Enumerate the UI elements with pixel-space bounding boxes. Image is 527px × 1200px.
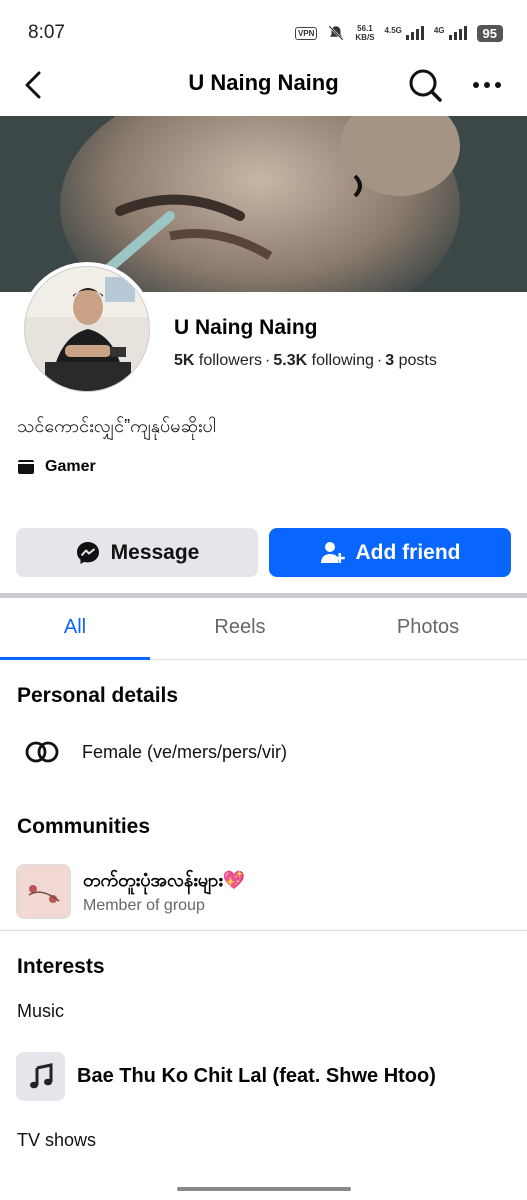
tab-all[interactable]: All bbox=[0, 616, 150, 639]
search-button[interactable] bbox=[406, 66, 444, 104]
followers-link[interactable]: 5K followers bbox=[174, 352, 262, 369]
more-icon bbox=[473, 82, 501, 88]
posts-count: 3 bbox=[385, 352, 395, 369]
interests-heading: Interests bbox=[17, 955, 105, 978]
signal-icon-2: 4G bbox=[434, 26, 467, 40]
personal-details-heading: Personal details bbox=[17, 684, 179, 707]
network-speed: 56.1 KB/S bbox=[355, 24, 374, 42]
tv-shows-subheading: TV shows bbox=[17, 1130, 97, 1150]
vpn-icon: VPN bbox=[294, 26, 318, 40]
posts-link[interactable]: 3 posts bbox=[385, 352, 437, 369]
following-count: 5.3K bbox=[273, 352, 308, 369]
more-options-button[interactable] bbox=[468, 66, 506, 104]
stats-separator: · bbox=[376, 352, 383, 369]
profile-picture[interactable] bbox=[20, 262, 154, 396]
music-item[interactable]: Bae Thu Ko Chit Lal (feat. Shwe Htoo) bbox=[16, 1052, 436, 1101]
music-thumbnail bbox=[16, 1052, 65, 1101]
signal-label: 4.5G bbox=[384, 26, 402, 35]
stats-separator: · bbox=[265, 352, 271, 369]
group-image bbox=[17, 865, 70, 918]
signal-icon: 4.5G bbox=[385, 26, 424, 40]
community-item[interactable]: တက်တူးပုံအလန်းများ💖 Member of group bbox=[16, 864, 245, 919]
followers-count: 5K bbox=[174, 352, 195, 369]
signal-label-2: 4G bbox=[433, 26, 445, 35]
message-button-label: Message bbox=[110, 540, 200, 564]
status-indicators: VPN 56.1 KB/S 4.5G 4G 95 bbox=[294, 24, 503, 42]
top-navigation: U Naing Naing bbox=[0, 64, 527, 116]
home-indicator[interactable] bbox=[177, 1187, 351, 1191]
group-membership: Member of group bbox=[83, 897, 205, 914]
add-person-icon bbox=[320, 541, 345, 563]
network-speed-value: 56.1 bbox=[357, 24, 373, 33]
music-note-icon bbox=[29, 1062, 52, 1088]
following-link[interactable]: 5.3K following bbox=[273, 352, 374, 369]
message-button[interactable]: Message bbox=[16, 528, 258, 577]
add-friend-button[interactable]: Add friend bbox=[269, 528, 511, 577]
profile-tabs: All Reels Photos bbox=[0, 598, 527, 660]
mute-bell-icon bbox=[328, 25, 344, 41]
profile-bio: သင်ကောင်းလျှင်”ကျနုပ်မဆိုးပါ bbox=[17, 416, 216, 436]
communities-heading: Communities bbox=[17, 815, 151, 838]
add-friend-button-label: Add friend bbox=[355, 540, 461, 564]
profile-category: Gamer bbox=[17, 458, 96, 476]
gender-rings-icon bbox=[25, 741, 59, 763]
following-label: following bbox=[311, 352, 374, 369]
gamepad-icon bbox=[18, 460, 34, 474]
network-speed-unit: KB/S bbox=[355, 33, 375, 42]
section-divider-thin bbox=[0, 930, 527, 931]
search-icon bbox=[409, 69, 442, 102]
page-title: U Naing Naing bbox=[188, 70, 339, 95]
followers-label: followers bbox=[198, 352, 263, 369]
posts-label: posts bbox=[398, 352, 437, 369]
music-title: Bae Thu Ko Chit Lal (feat. Shwe Htoo) bbox=[77, 1065, 436, 1087]
group-thumbnail bbox=[16, 864, 71, 919]
profile-name: U Naing Naing bbox=[174, 316, 318, 339]
status-bar: 8:07 VPN 56.1 KB/S 4.5G 4G 95 bbox=[0, 0, 527, 64]
messenger-icon bbox=[76, 541, 99, 564]
battery-icon: 95 bbox=[476, 24, 503, 42]
gender-text: Female (ve/mers/pers/vir) bbox=[82, 741, 288, 762]
active-tab-indicator bbox=[0, 657, 150, 660]
group-name: တက်တူးပုံအလန်းများ💖 bbox=[83, 870, 246, 890]
tab-photos[interactable]: Photos bbox=[353, 616, 503, 639]
gender-row: Female (ve/mers/pers/vir) bbox=[24, 740, 287, 764]
profile-stats: 5K followers · 5.3K following · 3 posts bbox=[174, 352, 437, 370]
category-label: Gamer bbox=[45, 458, 96, 475]
avatar-image bbox=[25, 267, 149, 391]
music-subheading: Music bbox=[17, 1001, 65, 1021]
avatar bbox=[24, 266, 150, 392]
tab-reels[interactable]: Reels bbox=[165, 616, 315, 639]
status-time: 8:07 bbox=[28, 22, 65, 43]
